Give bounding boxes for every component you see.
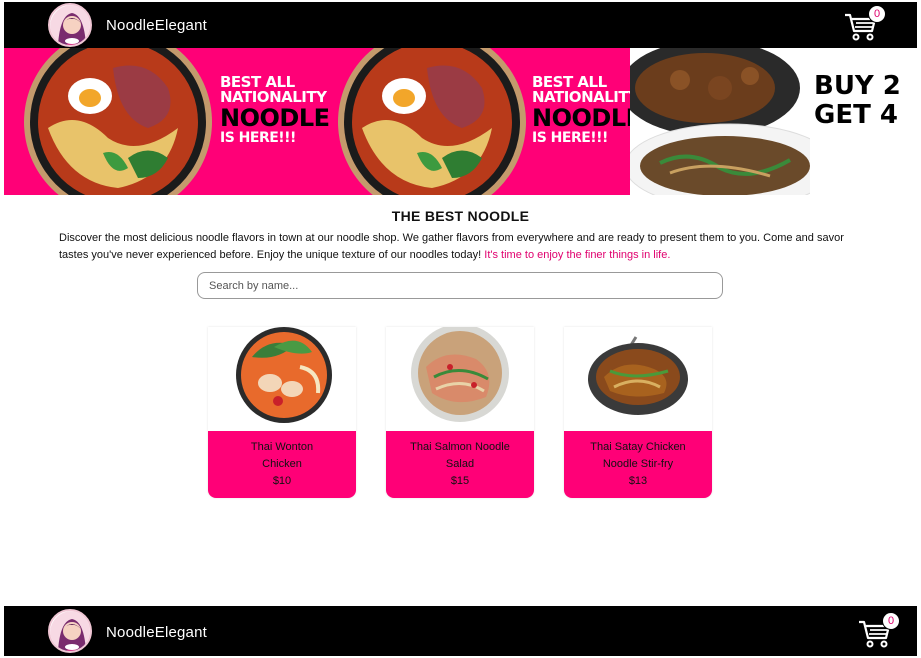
product-name: Thai Wonton Chicken [250, 441, 314, 470]
footer-bar: NoodleElegant 0 [4, 606, 917, 656]
product-price: $13 [628, 475, 648, 487]
product-name: Thai Satay Chicken Noodle Stir-fry [590, 441, 686, 470]
cart-button[interactable]: 0 [858, 612, 900, 652]
promo-banner: BEST ALL NATIONALITY NOODLE IS HERE!!! B… [4, 48, 917, 195]
top-navbar: NoodleElegant 0 [4, 2, 917, 48]
product-card[interactable]: Thai Wonton Chicken $10 [208, 327, 356, 498]
intro-accent-text: It's time to enjoy the finer things in l… [484, 249, 671, 261]
product-image-wonton [208, 327, 356, 431]
product-name: Thai Salmon Noodle Salad [410, 441, 510, 470]
logo-avatar[interactable] [48, 609, 92, 653]
noodle-girl-avatar-icon [50, 611, 90, 651]
brand-name[interactable]: NoodleElegant [106, 17, 207, 34]
product-price: $10 [272, 475, 292, 487]
product-image-satay-stirfry [564, 327, 712, 431]
product-image-salmon-salad [386, 327, 534, 431]
brand-name[interactable]: NoodleElegant [106, 624, 207, 641]
product-card[interactable]: Thai Satay Chicken Noodle Stir-fry $13 [564, 327, 712, 498]
product-info: Thai Satay Chicken Noodle Stir-fry $13 [564, 431, 712, 498]
logo-avatar[interactable] [48, 3, 92, 47]
page-title: THE BEST NOODLE [391, 208, 530, 224]
ramen-bowl-image [24, 48, 212, 195]
cart-button[interactable]: 0 [844, 5, 886, 45]
buy-two-get-four-text: BUY 2 GET 4 [814, 71, 901, 130]
promo-text-2: BEST ALL NATIONALITY NOODLE IS HERE!!! [532, 73, 642, 146]
ramen-bowl-image [338, 48, 526, 195]
cart-count-badge: 0 [868, 5, 886, 23]
promo-text-1: BEST ALL NATIONALITY NOODLE IS HERE!!! [220, 73, 330, 146]
product-price: $15 [450, 475, 470, 487]
intro-text: Discover the most delicious noodle flavo… [59, 232, 844, 261]
noodle-girl-avatar-icon [50, 5, 90, 45]
product-info: Thai Salmon Noodle Salad $15 [386, 431, 534, 498]
product-card[interactable]: Thai Salmon Noodle Salad $15 [386, 327, 534, 498]
search-input[interactable] [197, 272, 723, 299]
cart-count-badge: 0 [882, 612, 900, 630]
product-info: Thai Wonton Chicken $10 [208, 431, 356, 498]
